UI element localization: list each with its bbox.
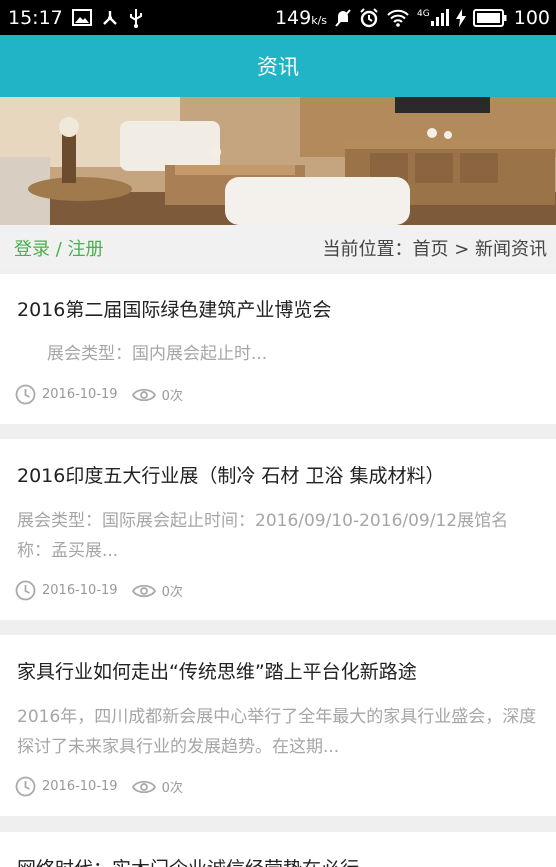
usb-icon (129, 8, 142, 28)
clock-icon (15, 580, 36, 601)
login-register-link[interactable]: 登录 / 注册 (14, 235, 104, 261)
wifi-icon (387, 9, 409, 27)
news-date: 2016-10-19 (42, 779, 118, 794)
news-item[interactable]: 网络时代：实木门企业诚信经营势在必行 (0, 832, 556, 867)
news-summary: 展会类型：国内展会起止时... (47, 344, 268, 364)
battery-icon (472, 8, 507, 27)
news-date: 2016-10-19 (42, 583, 118, 598)
charging-icon (455, 8, 466, 27)
news-views: 0次 (161, 781, 183, 796)
news-item[interactable]: 2016印度五大行业展（制冷 石材 卫浴 集成材料） 展会类型：国际展会起止时间… (0, 439, 556, 620)
news-item[interactable]: 2016第二届国际绿色建筑产业博览会 展会类型：国内展会起止时... 2016-… (0, 274, 556, 424)
news-title: 2016印度五大行业展（制冷 石材 卫浴 集成材料） (17, 465, 445, 487)
news-title: 网络时代：实木门企业诚信经营势在必行 (17, 854, 359, 867)
eye-icon (131, 584, 156, 597)
clock-icon (15, 776, 36, 797)
news-meta: 2016-10-19 0次 (15, 776, 183, 797)
network-type: 4G (417, 9, 430, 19)
app-header: 资讯 (0, 35, 556, 97)
signal-indicator: 4G (417, 9, 449, 26)
news-views: 0次 (161, 585, 183, 600)
news-title: 2016第二届国际绿色建筑产业博览会 (17, 299, 332, 321)
news-views: 0次 (161, 389, 183, 404)
alarm-icon (360, 7, 378, 27)
breadcrumb: 当前位置：首页 > 新闻资讯 (322, 239, 547, 260)
status-bar: 15:17 149k/s 4G 100 (0, 0, 556, 35)
news-item[interactable]: 家具行业如何走出“传统思维”踏上平台化新路途 2016年，四川成都新会展中心举行… (0, 635, 556, 816)
news-meta: 2016-10-19 0次 (15, 384, 183, 405)
page-title: 资讯 (257, 55, 299, 79)
network-speed: 149k/s (274, 6, 328, 29)
breadcrumb-bar: 登录 / 注册 当前位置：首页 > 新闻资讯 (0, 225, 556, 271)
signal-icon (430, 9, 449, 26)
banner-image[interactable] (0, 97, 556, 225)
news-date: 2016-10-19 (42, 387, 118, 402)
clock-time: 15:17 (8, 6, 63, 29)
battery-level: 100 (513, 6, 550, 29)
news-summary: 2016年，四川成都新会展中心举行了全年最大的家具行业盛会，深度探讨了未来家具行… (17, 707, 537, 757)
news-summary: 展会类型：国际展会起止时间：2016/09/10-2016/09/12展馆名称：… (17, 511, 509, 561)
eye-icon (131, 388, 156, 401)
clock-icon (15, 384, 36, 405)
mute-icon (335, 8, 351, 27)
usb-debug-icon (102, 10, 117, 25)
living-room-illustration (0, 97, 556, 225)
news-title: 家具行业如何走出“传统思维”踏上平台化新路途 (17, 661, 417, 683)
image-icon (71, 9, 92, 26)
eye-icon (131, 780, 156, 793)
news-meta: 2016-10-19 0次 (15, 580, 183, 601)
